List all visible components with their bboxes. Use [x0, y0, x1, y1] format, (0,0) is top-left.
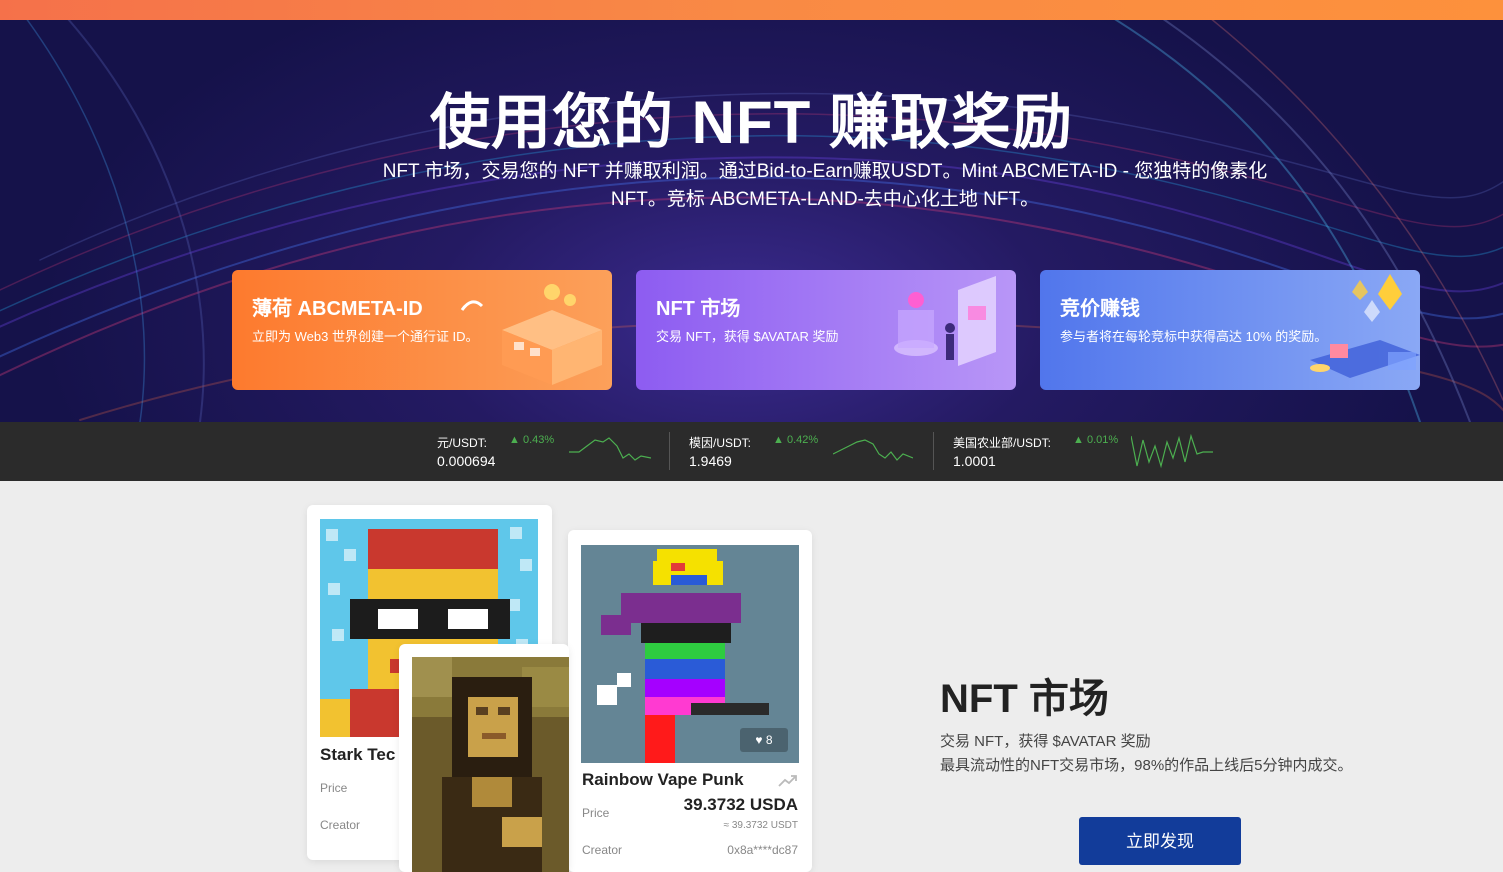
- feature-card-desc: 参与者将在每轮竞标中获得高达 10% 的奖励。: [1060, 329, 1328, 344]
- likes-count: 8: [765, 733, 773, 747]
- likes-badge[interactable]: ♥ 8: [740, 728, 788, 752]
- price-label: Price: [582, 806, 610, 820]
- ticker-price: 1.9469: [689, 453, 732, 469]
- market-desc-line-2: 最具流动性的NFT交易市场，98%的作品上线后5分钟内成交。: [940, 757, 1353, 774]
- creator-address[interactable]: 0x8a****dc87: [727, 843, 798, 857]
- ticker-change: ▲ 0.43%: [509, 434, 555, 446]
- nft-image-mona-lisa-pixel-art: [412, 657, 569, 872]
- sparkline-icon: [833, 439, 913, 461]
- price-usdt-equivalent: ≈ 39.3732 USDT: [723, 820, 798, 831]
- feature-card-title: NFT 市场: [656, 298, 741, 320]
- feature-card-nft-market[interactable]: NFT 市场 交易 NFT，获得 $AVATAR 奖励: [636, 270, 1016, 390]
- price-value: 39.3732 USDA: [683, 795, 798, 814]
- nft-card-title: Stark Tec: [320, 745, 396, 764]
- creator-label: Creator: [582, 843, 623, 857]
- hero-subtitle-line-2: NFT。竞标 ABCMETA-LAND-去中心化土地 NFT。: [610, 189, 1040, 210]
- hero-title: 使用您的 NFT 赚取奖励: [430, 89, 1073, 156]
- feature-card-title: 竞价赚钱: [1060, 298, 1140, 320]
- price-ticker-bar: 元/USDT: ▲ 0.43% 0.000694 模因/USDT: ▲ 0.42…: [0, 422, 1503, 481]
- up-arrow-icon: ▲: [509, 434, 520, 446]
- market-desc-line-1: 交易 NFT，获得 $AVATAR 奖励: [940, 733, 1151, 750]
- nft-card-mona-lisa[interactable]: [399, 644, 569, 872]
- nft-market-illustration-icon: [894, 276, 996, 366]
- hero-subtitle: NFT 市场，交易您的 NFT 并赚取利润。通过Bid-to-Earn赚取USD…: [350, 158, 1300, 214]
- market-section-text: 交易 NFT，获得 $AVATAR 奖励 最具流动性的NFT交易市场，98%的作…: [940, 730, 1353, 778]
- feature-card-desc: 交易 NFT，获得 $AVATAR 奖励: [656, 329, 839, 344]
- creator-label: Creator: [320, 818, 361, 832]
- sparkline-icon: [569, 437, 651, 461]
- trending-up-icon: [778, 775, 797, 787]
- ticker-divider: [933, 432, 934, 470]
- up-arrow-icon: ▲: [773, 434, 784, 446]
- nft-card-title: Rainbow Vape Punk: [582, 770, 744, 789]
- ticker-price: 1.0001: [953, 453, 996, 469]
- hero-subtitle-line-1: NFT 市场，交易您的 NFT 并赚取利润。通过Bid-to-Earn赚取USD…: [382, 161, 1268, 182]
- ticker-pair: 模因/USDT:: [689, 436, 752, 450]
- nft-card-rainbow-vape-punk[interactable]: ♥ 8 Rainbow Vape Punk Price 39.3732 USDA…: [568, 530, 812, 872]
- hero-banner: 使用您的 NFT 赚取奖励 NFT 市场，交易您的 NFT 并赚取利润。通过Bi…: [0, 20, 1503, 422]
- feature-card-desc: 立即为 Web3 世界创建一个通行证 ID。: [252, 329, 479, 344]
- heart-icon: ♥: [755, 733, 763, 747]
- ticker-divider: [669, 432, 670, 470]
- top-accent-bar: [0, 0, 1503, 20]
- sparkline-icon: [1131, 433, 1213, 469]
- market-section-title: NFT 市场: [940, 677, 1109, 721]
- feature-card-title: 薄荷 ABCMETA-ID: [252, 298, 423, 320]
- price-label: Price: [320, 781, 348, 795]
- up-arrow-icon: ▲: [1073, 434, 1084, 446]
- feature-card-mint-id[interactable]: 薄荷 ABCMETA-ID 立即为 Web3 世界创建一个通行证 ID。: [232, 270, 612, 390]
- discover-now-button[interactable]: 立即发现: [1079, 817, 1241, 865]
- ticker-change: ▲ 0.01%: [1073, 434, 1119, 446]
- feature-card-bid-to-earn[interactable]: 竞价赚钱 参与者将在每轮竞标中获得高达 10% 的奖励。: [1040, 270, 1420, 390]
- ticker-price: 0.000694: [437, 453, 496, 469]
- ticker-pair: 元/USDT:: [437, 436, 488, 450]
- ticker-pair: 美国农业部/USDT:: [953, 436, 1052, 450]
- ticker-change: ▲ 0.42%: [773, 434, 819, 446]
